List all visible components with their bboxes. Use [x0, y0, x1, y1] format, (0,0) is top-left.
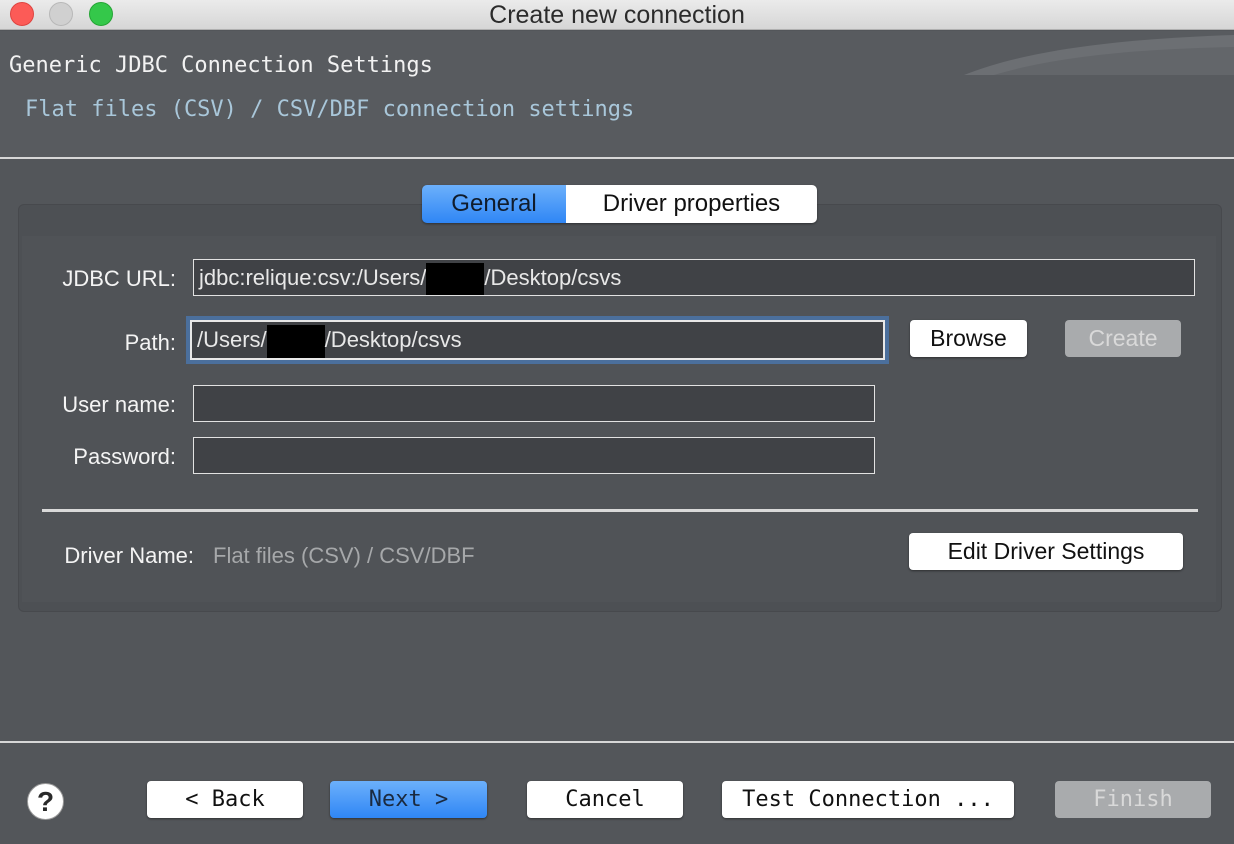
- password-input[interactable]: [199, 438, 874, 473]
- path-value-prefix: /Users/: [197, 327, 267, 352]
- back-button[interactable]: < Back: [147, 781, 303, 818]
- user-name-input[interactable]: [199, 386, 874, 421]
- test-connection-button[interactable]: Test Connection ...: [722, 781, 1014, 818]
- jdbc-url-field[interactable]: jdbc:relique:csv:/Users/ /Desktop/csvs: [193, 259, 1195, 296]
- jdbc-url-label: JDBC URL:: [62, 266, 176, 291]
- password-field[interactable]: [193, 437, 875, 474]
- user-name-label: User name:: [62, 392, 176, 417]
- password-label: Password:: [73, 444, 176, 469]
- redacted-username: [266, 324, 325, 358]
- tab-bar: General Driver properties: [422, 185, 817, 223]
- next-button[interactable]: Next >: [330, 781, 487, 818]
- tab-driver-properties[interactable]: Driver properties: [566, 185, 817, 223]
- path-label: Path:: [124, 330, 176, 355]
- user-name-field[interactable]: [193, 385, 875, 422]
- tab-general[interactable]: General: [422, 185, 566, 223]
- edit-driver-settings-button[interactable]: Edit Driver Settings: [909, 533, 1183, 570]
- page-subtitle: Flat files (CSV) / CSV/DBF connection se…: [25, 97, 635, 122]
- driver-name-label: Driver Name:: [64, 543, 194, 568]
- browse-button[interactable]: Browse: [910, 320, 1027, 357]
- path-value-suffix: /Desktop/csvs: [324, 327, 462, 352]
- wizard-header: Generic JDBC Connection Settings Flat fi…: [0, 31, 1234, 158]
- header-divider: [0, 157, 1234, 159]
- title-bar: Create new connection: [0, 0, 1234, 30]
- jdbc-url-value-suffix: /Desktop/csvs: [484, 265, 622, 290]
- header-swoosh-decoration: [964, 35, 1234, 75]
- cancel-button[interactable]: Cancel: [527, 781, 683, 818]
- driver-name-value: Flat files (CSV) / CSV/DBF: [213, 543, 475, 568]
- create-button[interactable]: Create: [1065, 320, 1181, 357]
- window-title: Create new connection: [489, 1, 745, 29]
- page-title: Generic JDBC Connection Settings: [9, 53, 433, 78]
- driver-divider: [42, 509, 1198, 512]
- help-icon[interactable]: ?: [27, 783, 64, 820]
- finish-button[interactable]: Finish: [1055, 781, 1211, 818]
- redacted-username: [426, 262, 485, 295]
- jdbc-url-value-prefix: jdbc:relique:csv:/Users/: [199, 265, 427, 290]
- path-field[interactable]: /Users/ /Desktop/csvs: [186, 316, 889, 364]
- footer-divider: [0, 741, 1234, 743]
